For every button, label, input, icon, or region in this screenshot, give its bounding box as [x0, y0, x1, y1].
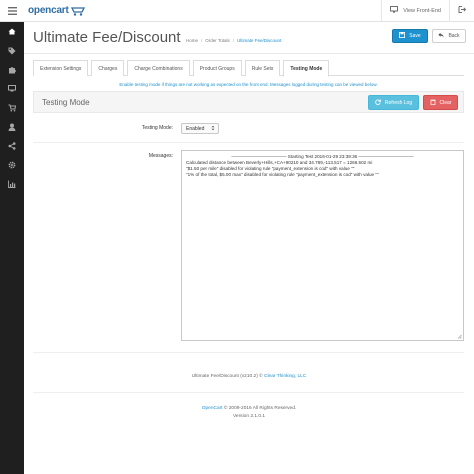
main-content: Ultimate Fee/Discount Home / Order Total… [24, 22, 474, 474]
logo-text: opencart [28, 5, 69, 16]
puzzle-icon [9, 66, 16, 73]
sidebar-item-marketing[interactable] [0, 136, 24, 155]
dashboard-icon [8, 28, 16, 35]
menu-icon [7, 6, 17, 15]
clear-thinking-link[interactable]: Clear Thinking, LLC [264, 374, 306, 379]
sidebar-item-extensions[interactable] [0, 60, 24, 79]
footer-version: Version 2.1.0.1 [232, 414, 265, 419]
testing-mode-heading: Testing Mode Refresh Log Clear [33, 91, 464, 113]
back-label: Back [448, 33, 460, 39]
reply-icon [438, 32, 445, 40]
view-frontend-label: View Front-End [403, 7, 441, 14]
back-button[interactable]: Back [432, 29, 466, 43]
sidebar-item-reports[interactable] [0, 174, 24, 193]
testing-mode-select[interactable]: Enabled [181, 123, 219, 134]
testing-help-text: Enable testing mode if things are not wo… [119, 82, 378, 87]
messages-textarea[interactable]: ———————————— Starting Test 2016-01-29 23… [181, 150, 464, 341]
extension-credit: Ultimate Fee/Discount (v210.2) © Clear T… [24, 374, 474, 379]
breadcrumb-home[interactable]: Home [186, 38, 198, 43]
breadcrumb-current[interactable]: Ultimate Fee/Discount [237, 38, 281, 43]
breadcrumb: Home / Order Totals / Ultimate Fee/Disco… [186, 38, 282, 43]
save-icon [399, 32, 406, 40]
clear-log-label: Clear [439, 99, 452, 106]
monitor-icon [8, 85, 16, 92]
share-icon [8, 141, 16, 150]
messages-label: Messages: [148, 153, 173, 159]
sidebar-item-customers[interactable] [0, 117, 24, 136]
trash-icon [430, 99, 436, 107]
messages-row: Messages: ———————————— Starting Test 201… [33, 143, 464, 353]
credit-text: Ultimate Fee/Discount (v210.2) © [191, 374, 264, 379]
refresh-icon [375, 99, 381, 107]
clear-log-button[interactable]: Clear [423, 95, 458, 110]
sidebar-item-system[interactable] [0, 155, 24, 174]
footer-copyright: OpenCart © 2009-2016 All Rights Reserved… [24, 406, 474, 411]
chart-icon [8, 180, 16, 188]
tab-extension-settings[interactable]: Extension Settings [33, 60, 89, 76]
copyright-text: © 2009-2016 All Rights Reserved. [222, 406, 297, 411]
menu-toggle-button[interactable] [0, 0, 24, 22]
user-icon [8, 123, 16, 131]
settings-panel: Extension Settings Charges Charge Combin… [33, 60, 464, 402]
sidebar-item-design[interactable] [0, 79, 24, 98]
top-header: opencart View Front-End [0, 0, 474, 22]
save-label: Save [409, 33, 421, 39]
section-title: Testing Mode [42, 98, 90, 107]
refresh-log-label: Refresh Log [384, 99, 413, 106]
view-frontend-link[interactable]: View Front-End [382, 0, 449, 22]
save-button[interactable]: Save [392, 29, 428, 43]
page-header: Ultimate Fee/Discount Home / Order Total… [24, 22, 474, 54]
refresh-log-button[interactable]: Refresh Log [368, 95, 419, 110]
log-line: "1% of the total, $5.00 max" disabled fo… [186, 172, 379, 177]
tab-rule-sets[interactable]: Rule Sets [244, 60, 281, 76]
sidebar-item-sales[interactable] [0, 98, 24, 117]
sign-out-icon [458, 6, 467, 15]
opencart-link[interactable]: OpenCart [202, 406, 223, 411]
cart-logo-icon [70, 6, 85, 16]
sort-icon [211, 125, 215, 132]
sidebar-item-dashboard[interactable] [0, 22, 24, 41]
sidebar [0, 22, 24, 474]
desktop-icon [390, 6, 399, 15]
tab-testing-mode[interactable]: Testing Mode [283, 60, 330, 77]
tab-charges[interactable]: Charges [91, 60, 125, 76]
gear-icon [8, 161, 16, 168]
cart-icon [8, 104, 16, 111]
testing-mode-value: Enabled [186, 125, 205, 132]
testing-mode-label: Testing Mode: [141, 125, 173, 131]
testing-mode-row: Testing Mode: Enabled [33, 113, 464, 143]
resize-grip-icon[interactable] [457, 334, 462, 339]
page-title: Ultimate Fee/Discount [33, 29, 181, 46]
opencart-logo[interactable]: opencart [28, 0, 85, 22]
tab-charge-combinations[interactable]: Charge Combinations [127, 60, 190, 76]
breadcrumb-order-totals[interactable]: Order Totals [205, 38, 229, 43]
tab-bar: Extension Settings Charges Charge Combin… [33, 60, 464, 77]
tab-product-groups[interactable]: Product Groups [192, 60, 242, 76]
sidebar-item-catalog[interactable] [0, 41, 24, 60]
logout-button[interactable] [450, 0, 474, 22]
tag-icon [8, 47, 16, 54]
